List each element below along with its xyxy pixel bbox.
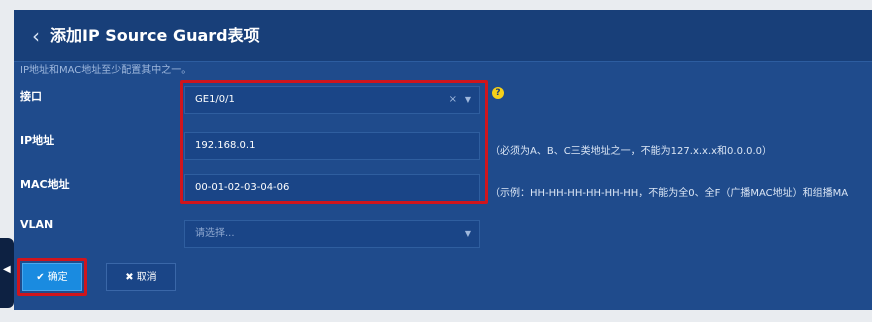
ip-address-note: （必须为A、B、C三类地址之一，不能为127.x.x.x和0.0.0.0） bbox=[490, 146, 773, 157]
check-icon: ✔ bbox=[36, 272, 45, 283]
mac-address-note: （示例：HH-HH-HH-HH-HH-HH，不能为全0、全F（广播MAC地址）和… bbox=[490, 188, 849, 199]
panel-header: ‹ 添加IP Source Guard表项 bbox=[14, 10, 872, 62]
vlan-label: VLAN bbox=[20, 218, 54, 231]
form-hint: IP地址和MAC地址至少配置其中之一。 bbox=[20, 65, 192, 76]
vlan-placeholder: 请选择... bbox=[195, 228, 235, 239]
cancel-button[interactable]: ✖ 取消 bbox=[106, 263, 176, 291]
mac-label: MAC地址 bbox=[20, 178, 70, 191]
ok-button-label: 确定 bbox=[47, 272, 68, 283]
close-icon: ✖ bbox=[125, 272, 134, 283]
interface-label: 接口 bbox=[20, 90, 42, 103]
highlight-frame bbox=[180, 80, 488, 204]
caret-left-icon: ◀ bbox=[3, 264, 11, 275]
page-title: 添加IP Source Guard表项 bbox=[50, 26, 260, 45]
cancel-button-label: 取消 bbox=[136, 272, 157, 283]
help-icon[interactable]: ? bbox=[492, 87, 504, 99]
vlan-select[interactable]: 请选择... ▼ bbox=[184, 220, 480, 248]
chevron-down-icon[interactable]: ▼ bbox=[465, 221, 471, 247]
collapse-side-tab[interactable]: ◀ bbox=[0, 238, 14, 308]
ok-button[interactable]: ✔ 确定 bbox=[22, 263, 82, 291]
ip-label: IP地址 bbox=[20, 134, 55, 147]
chevron-left-icon[interactable]: ‹ bbox=[32, 26, 46, 46]
